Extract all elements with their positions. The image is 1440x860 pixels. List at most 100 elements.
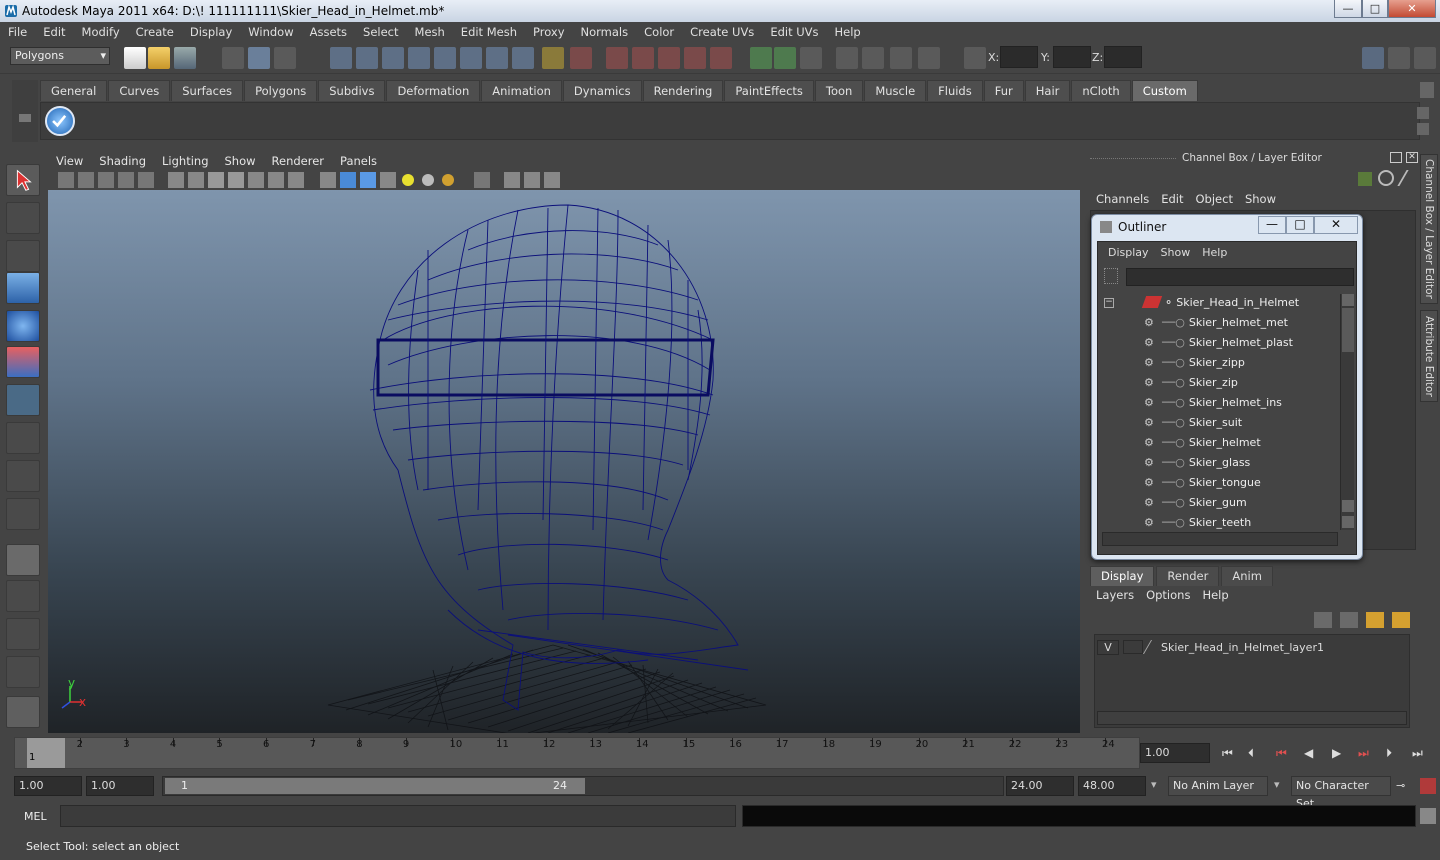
shelf-tab-deformation[interactable]: Deformation	[386, 80, 481, 101]
outliner-search-input[interactable]	[1126, 268, 1354, 286]
shelf-tab-general[interactable]: General	[40, 80, 108, 101]
layer-tab-anim[interactable]: Anim	[1221, 566, 1273, 586]
snap-grid-icon[interactable]	[330, 47, 352, 69]
step-forward-frame-icon[interactable]: ⏵	[1386, 746, 1404, 760]
render-view-icon[interactable]	[836, 47, 858, 69]
outliner-maximize-button[interactable]: □	[1286, 216, 1314, 234]
menu-edit-uvs[interactable]: Edit UVs	[762, 25, 826, 39]
shelf-tab-rendering[interactable]: Rendering	[642, 80, 724, 101]
go-to-start-icon[interactable]: ⏮	[1222, 746, 1240, 760]
shelf-tab-polygons[interactable]: Polygons	[244, 80, 318, 101]
xray-icon[interactable]	[504, 172, 520, 188]
scroll-thumb[interactable]	[1342, 308, 1354, 352]
outliner-item[interactable]: ⚙ ──○ Skier_helmet_ins	[1144, 392, 1340, 412]
cb-menu-edit[interactable]: Edit	[1155, 192, 1189, 210]
wireframe-shading-icon[interactable]	[320, 172, 336, 188]
shelf-menu-icon[interactable]	[19, 114, 31, 122]
persp-graph-layout-icon[interactable]	[6, 656, 40, 688]
rotate-tool-icon[interactable]	[6, 310, 40, 342]
outliner-item[interactable]: ⚙ ──○ Skier_zip	[1144, 372, 1340, 392]
cb-menu-channels[interactable]: Channels	[1090, 192, 1155, 210]
lock-icon[interactable]	[542, 47, 564, 69]
ol-menu-display[interactable]: Display	[1108, 244, 1149, 262]
layer-menu-layers[interactable]: Layers	[1090, 588, 1140, 606]
render-settings-icon[interactable]	[658, 47, 680, 69]
menu-help[interactable]: Help	[827, 25, 869, 39]
outliner-item[interactable]: ⚙ ──○ Skier_helmet_met	[1144, 312, 1340, 332]
select-tool-icon[interactable]	[6, 164, 40, 196]
show-manipulator-icon[interactable]	[6, 460, 40, 492]
xray-joints-icon[interactable]	[524, 172, 540, 188]
outliner-item[interactable]: ⚙ ──○ Skier_suit	[1144, 412, 1340, 432]
shadows-icon[interactable]	[442, 174, 454, 186]
y-field[interactable]	[1053, 46, 1091, 68]
outliner-item[interactable]: ⚙ ──○ Skier_helmet	[1144, 432, 1340, 452]
new-empty-layer-icon[interactable]	[1366, 612, 1384, 628]
last-tool-icon[interactable]	[6, 498, 40, 530]
trash-icon[interactable]	[1420, 82, 1434, 98]
shelf-tab-animation[interactable]: Animation	[481, 80, 562, 101]
batch-render-icon[interactable]	[890, 47, 912, 69]
cb-menu-show[interactable]: Show	[1239, 192, 1282, 210]
time-slider[interactable]: 123456789101112131415161718192021222324 …	[14, 737, 1140, 769]
move-layer-up-icon[interactable]	[1314, 612, 1332, 628]
paint-select-tool-icon[interactable]	[6, 240, 40, 272]
new-scene-icon[interactable]	[124, 47, 146, 69]
shelf-tab-curves[interactable]: Curves	[108, 80, 171, 101]
layer-type-toggle[interactable]	[1123, 640, 1143, 654]
side-tab-attribute-editor[interactable]: Attribute Editor	[1420, 310, 1438, 402]
outliner-filter-icon[interactable]	[1104, 268, 1118, 284]
universal-manipulator-icon[interactable]	[6, 384, 40, 416]
outliner-root-item[interactable]: ⚬ Skier_Head_in_Helmet	[1141, 294, 1340, 312]
panel-drag-handle[interactable]	[1090, 158, 1176, 161]
script-editor-button-icon[interactable]	[1420, 808, 1436, 824]
auto-key-icon[interactable]: ⊸	[1396, 779, 1414, 793]
menu-file[interactable]: File	[0, 25, 35, 39]
layer-tab-display[interactable]: Display	[1090, 566, 1155, 586]
paint-icon[interactable]	[710, 47, 732, 69]
camera-select-icon[interactable]	[58, 172, 74, 188]
shelf-tab-ncloth[interactable]: nCloth	[1071, 80, 1131, 101]
scroll-down-icon[interactable]	[1342, 516, 1354, 528]
bookmarks-icon[interactable]	[98, 172, 114, 188]
anim-layer-dropdown[interactable]: No Anim Layer	[1168, 776, 1268, 796]
lasso-tool-icon[interactable]	[6, 202, 40, 234]
render-current-icon[interactable]	[606, 47, 628, 69]
wireframe-on-shaded-icon[interactable]	[360, 172, 376, 188]
menu-color[interactable]: Color	[636, 25, 682, 39]
range-slider-track[interactable]: 1 24	[162, 776, 1004, 796]
all-lights-icon[interactable]	[422, 174, 434, 186]
persp-outliner-layout-icon[interactable]	[6, 618, 40, 650]
clapper-icon[interactable]	[862, 47, 884, 69]
input-ops-icon[interactable]	[486, 47, 508, 69]
play-backwards-icon[interactable]: ◀	[1304, 746, 1322, 760]
close-button[interactable]: ✕	[1388, 0, 1436, 18]
shelf-tab-fluids[interactable]: Fluids	[927, 80, 983, 101]
outliner-item[interactable]: ⚙ ──○ Skier_glass	[1144, 452, 1340, 472]
help-icon[interactable]	[512, 47, 534, 69]
menu-edit[interactable]: Edit	[35, 25, 73, 39]
shelf-tab-surfaces[interactable]: Surfaces	[171, 80, 244, 101]
shelf-tab-hair[interactable]: Hair	[1024, 80, 1071, 101]
shelf-tab-subdivs[interactable]: Subdivs	[318, 80, 386, 101]
isolate-select-icon[interactable]	[474, 172, 490, 188]
menu-create[interactable]: Create	[128, 25, 182, 39]
shelf-options-handle[interactable]	[12, 80, 38, 142]
perspective-viewport[interactable]: y x	[48, 190, 1080, 733]
layer-editor-icon[interactable]	[1378, 170, 1394, 186]
layer-menu-help[interactable]: Help	[1196, 588, 1234, 606]
layer-visibility-toggle[interactable]: V	[1097, 639, 1119, 655]
playback-end-field[interactable]: 24.00	[1006, 776, 1074, 796]
shelf-tab-muscle[interactable]: Muscle	[864, 80, 927, 101]
shelf-tab-custom[interactable]: Custom	[1131, 80, 1198, 101]
outliner-vertical-scrollbar[interactable]	[1340, 294, 1354, 530]
step-back-frame-icon[interactable]: ⏴	[1248, 746, 1266, 760]
hypershade-layout-icon[interactable]	[6, 696, 40, 728]
select-by-object-icon[interactable]	[248, 47, 270, 69]
channel-box-icon[interactable]	[1358, 172, 1372, 186]
textured-icon[interactable]	[380, 172, 396, 188]
vp-menu-lighting[interactable]: Lighting	[154, 154, 216, 168]
vp-menu-view[interactable]: View	[48, 154, 91, 168]
float-panel-icon[interactable]	[1390, 152, 1402, 163]
shelf-tab-dynamics[interactable]: Dynamics	[562, 80, 642, 101]
